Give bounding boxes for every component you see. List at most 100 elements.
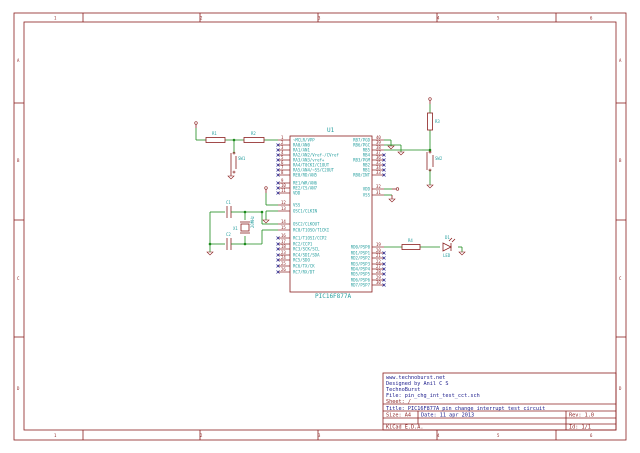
ic-right-pins: 40RB7/PGD39RB6/PGC38RB537RB436RB3/PGM35R… [351, 135, 384, 288]
border-col-label: 1 [54, 16, 57, 21]
ground-symbol [227, 172, 235, 180]
border-col-label: 3 [318, 16, 321, 21]
pin-name: RD2/PSP2 [351, 256, 371, 261]
ground-symbol [458, 251, 466, 256]
pin-name: RD5/PSP5 [351, 272, 371, 277]
pin-name: RE0/RD/AN5 [293, 173, 318, 178]
crystal-x1[interactable]: X1 20MHz [233, 215, 255, 234]
pin-number: 28 [376, 269, 381, 274]
border-col-label: 1 [54, 433, 57, 438]
ground-symbol [388, 195, 396, 203]
pin-name: VSS [293, 203, 301, 208]
capacitor-c2[interactable]: C2 [226, 232, 245, 250]
pin-name: VSS [363, 193, 371, 198]
led-d1[interactable]: D1 LED [442, 235, 456, 258]
r2-label: R2 [251, 131, 256, 136]
pin-number: 14 [281, 219, 286, 224]
pin-number: 13 [281, 206, 286, 211]
border-col-label: 5 [497, 433, 500, 438]
border-col-label: 2 [200, 16, 203, 21]
pin-number: 19 [376, 242, 381, 247]
border-col-label: 6 [590, 16, 593, 21]
tb-date: Date: 11 apr 2013 [421, 413, 474, 419]
tb-id: Id: 1/1 [569, 425, 591, 431]
pin-number: 33 [376, 170, 381, 175]
pic16f877a-ic[interactable]: U1 PIC16F877A 1 ~MCLR/VPP2 RA0/AN03 RA1/AN1… [278, 127, 384, 300]
vcc-symbol [392, 187, 400, 191]
ground-symbol [426, 184, 434, 189]
pin-number: 32 [376, 184, 381, 189]
pin-name: RB0/INT [353, 173, 370, 178]
pin-number: 12 [281, 200, 286, 205]
pin-number: 16 [281, 233, 286, 238]
tb-tool: KiCad E.D.A. [386, 425, 423, 431]
tb-sheet: Sheet: / [386, 399, 411, 405]
border-col-label: 5 [497, 16, 500, 21]
sw1-label: SW1 [238, 156, 246, 161]
vcc-symbol [264, 186, 268, 193]
sheet-border: 1 2 3 4 5 6 1 2 3 4 5 6 A B C D A B C D [13, 12, 627, 441]
pin-number: 21 [376, 253, 381, 258]
border-col-label: 4 [437, 16, 440, 21]
border-row-label: B [619, 158, 622, 163]
sw2-label: SW2 [435, 156, 443, 161]
resistor-r3[interactable]: R3 [427, 112, 441, 131]
pin-name: RC5/SDO [293, 258, 310, 263]
tb-title: Title: PIC16F877A pin change interrupt t… [386, 406, 545, 412]
tb-rev: Rev: 1.0 [569, 413, 594, 419]
ground-symbol [387, 145, 395, 150]
border-col-label: 2 [200, 433, 203, 438]
ground-symbol [262, 219, 270, 224]
pin-number: 31 [376, 190, 381, 195]
border-row-label: C [619, 276, 622, 281]
schematic-sheet: 1 2 3 4 5 6 1 2 3 4 5 6 A B C D A B C D … [13, 12, 627, 441]
pin-number: 8 [281, 170, 284, 175]
ic-reference: U1 [327, 127, 335, 134]
ground-symbol [206, 251, 214, 256]
vcc-symbol [428, 97, 432, 104]
r3-label: R3 [435, 119, 440, 124]
border-row-label: C [17, 276, 20, 281]
resistor-r1[interactable]: R1 [205, 131, 226, 143]
r4-label: R4 [408, 238, 413, 243]
border-row-label: D [17, 386, 20, 391]
r1-label: R1 [212, 131, 217, 136]
pin-name: RC6/TX/CK [293, 264, 315, 269]
pin-number: 25 [281, 261, 286, 266]
pin-number: 15 [281, 225, 286, 230]
pin-name: RD7/PSP7 [351, 283, 371, 288]
pin-name: RD0/PSP0 [351, 245, 371, 250]
pin-number: 18 [281, 244, 286, 249]
resistor-r2[interactable]: R2 [243, 131, 265, 143]
x1-label: X1 [233, 226, 238, 231]
c1-label: C1 [226, 200, 231, 205]
capacitor-c1[interactable]: C1 [226, 200, 245, 218]
ground-symbol [397, 151, 405, 156]
border-row-label: D [619, 386, 622, 391]
ic-left-pins: 1 ~MCLR/VPP2 RA0/AN03 RA1/AN14 RA2/AN2/Vref-… [278, 135, 339, 275]
pin-name: RC1/T1OSI/CCP2 [293, 236, 327, 241]
pin-name: VDD [363, 187, 371, 192]
c2-label: C2 [226, 232, 231, 237]
tb-size: Size: A4 [386, 413, 411, 419]
border-row-label: A [17, 58, 20, 63]
led-value: LED [443, 253, 451, 258]
pin-number: 26 [281, 267, 286, 272]
pin-name: OSC1/CLKIN [293, 209, 318, 214]
border-col-label: 3 [318, 433, 321, 438]
pin-name: RC7/RX/DT [293, 270, 315, 275]
pin-number: 11 [281, 188, 286, 193]
pin-name: RC0/T1OSO/T1CKI [293, 228, 330, 233]
pin-name: OSC2/CLKOUT [293, 222, 320, 227]
resistor-r4[interactable]: R4 [401, 238, 421, 250]
border-row-label: B [17, 158, 20, 163]
switch-sw2[interactable]: SW2 [426, 150, 443, 172]
pin-name: VDD [293, 191, 301, 196]
d1-label: D1 [445, 235, 450, 240]
vcc-symbol [194, 121, 198, 128]
x1-value: 20MHz [250, 215, 255, 228]
border-col-label: 6 [590, 433, 593, 438]
switch-sw1[interactable]: SW1 [230, 151, 246, 174]
pin-number: 30 [376, 280, 381, 285]
pin-number: 24 [281, 255, 286, 260]
